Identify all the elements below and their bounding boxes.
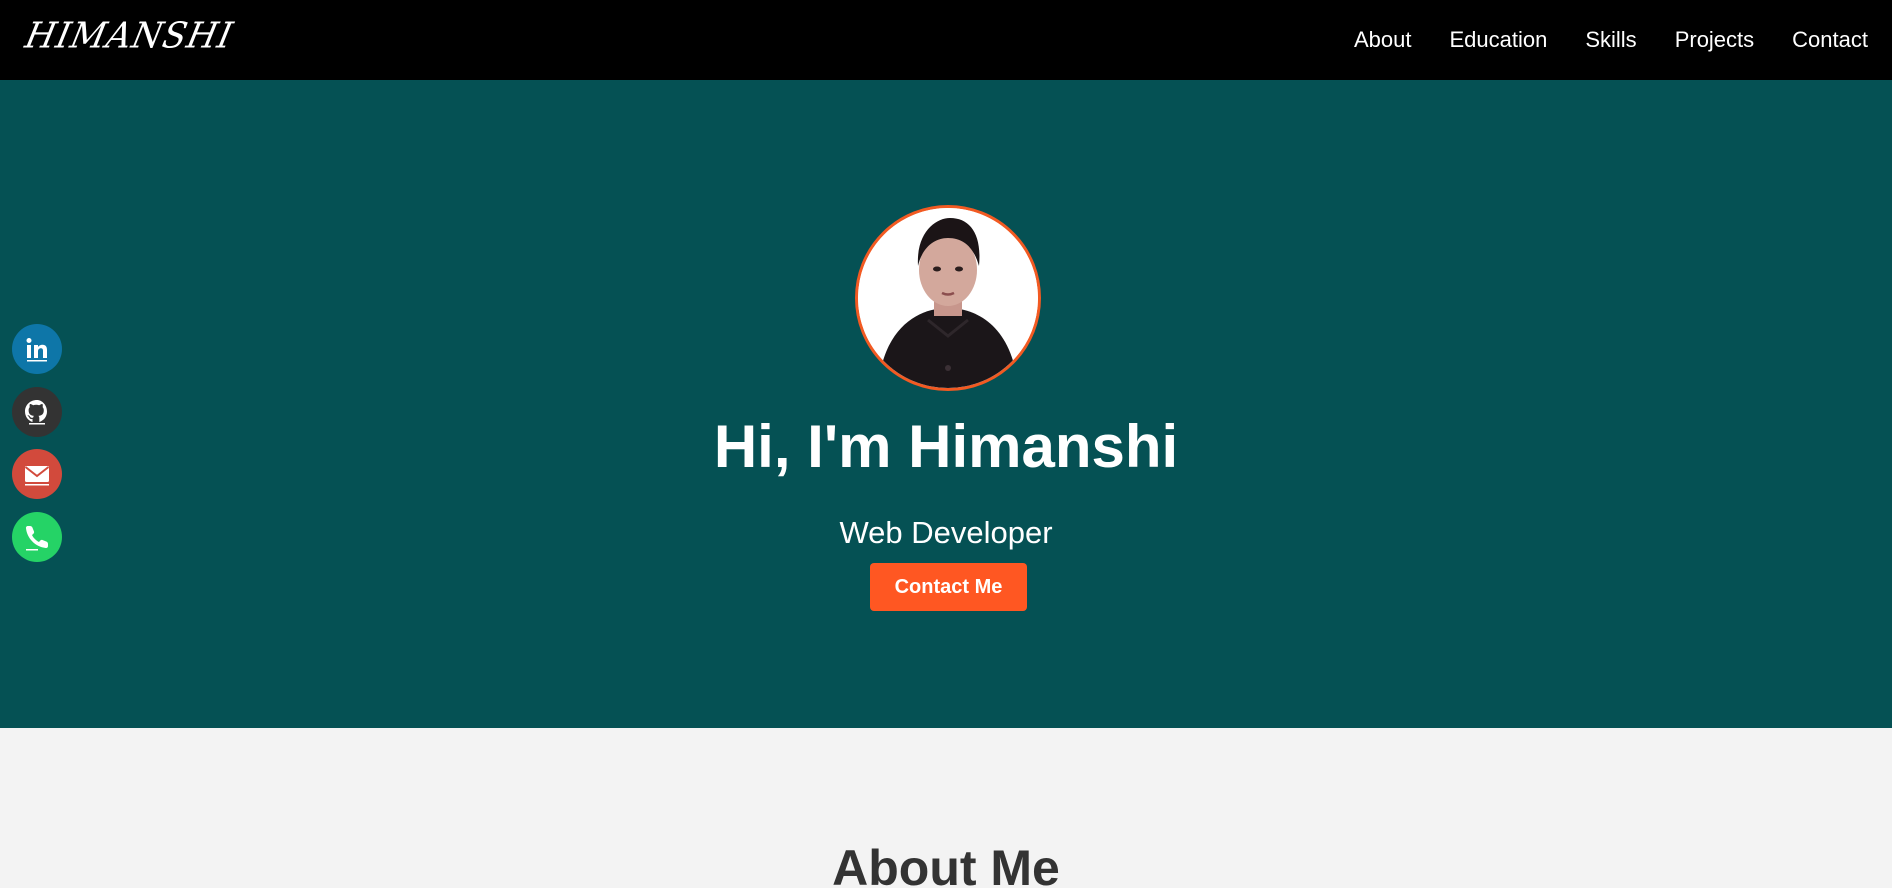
site-logo[interactable]: HIMANSHI [22,15,238,57]
phone-icon [25,526,48,551]
nav-link-education[interactable]: Education [1449,27,1547,53]
contact-me-button[interactable]: Contact Me [870,563,1027,611]
phone-link[interactable] [12,512,62,562]
hero-subtitle: Web Developer [839,515,1053,550]
github-icon [25,400,47,425]
hero-section: Hi, I'm Himanshi Web Developer Contact M… [0,80,1892,728]
about-section: About Me [0,728,1892,888]
profile-avatar [855,205,1041,391]
navbar: HIMANSHI About Education Skills Projects… [0,0,1892,80]
linkedin-icon [26,338,47,362]
email-link[interactable] [12,449,62,499]
profile-photo-illustration [858,208,1038,388]
github-link[interactable] [12,387,62,437]
hero-title: Hi, I'm Himanshi [713,413,1179,480]
nav-link-skills[interactable]: Skills [1585,27,1636,53]
linkedin-link[interactable] [12,324,62,374]
nav-link-projects[interactable]: Projects [1675,27,1754,53]
nav-links: About Education Skills Projects Contact [1354,0,1868,80]
nav-link-contact[interactable]: Contact [1792,27,1868,53]
about-title: About Me [832,840,1060,888]
email-icon [24,466,50,486]
nav-link-about[interactable]: About [1354,27,1412,53]
